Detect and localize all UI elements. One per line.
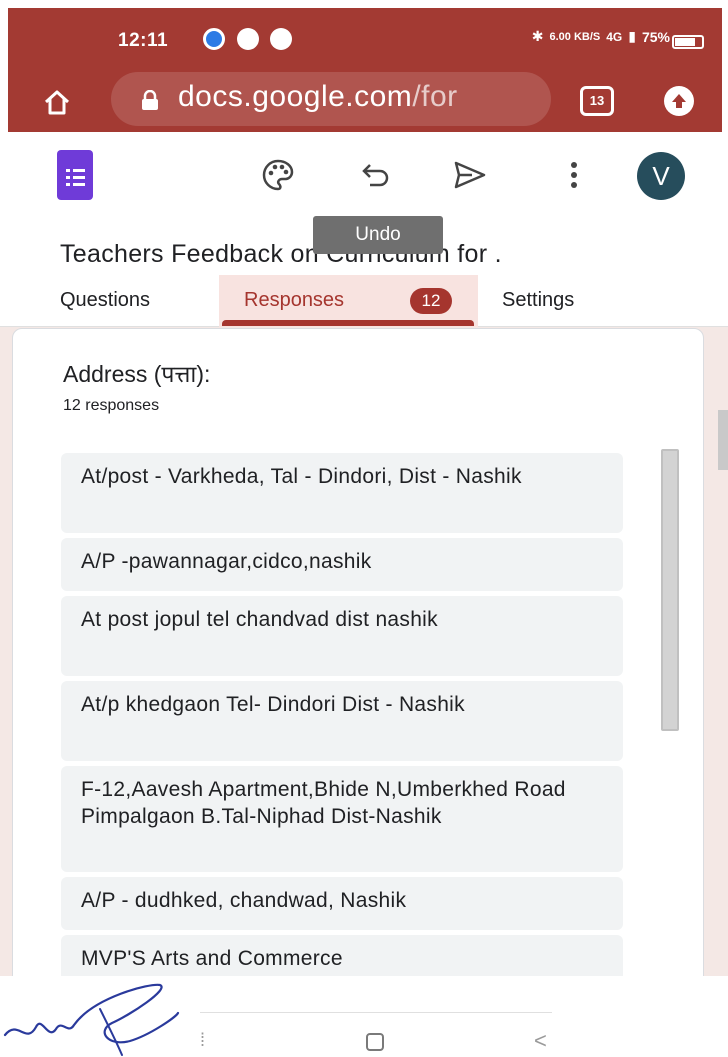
recents-icon[interactable]: ⁞ bbox=[200, 1030, 205, 1051]
tab-switcher-button[interactable]: 13 bbox=[580, 86, 614, 116]
chrome-icon bbox=[270, 28, 292, 50]
responses-count-badge: 12 bbox=[410, 288, 452, 314]
handwritten-signature bbox=[3, 983, 180, 1056]
home-icon[interactable] bbox=[43, 88, 71, 116]
response-item: At post jopul tel chandvad dist nashik bbox=[61, 596, 623, 676]
tab-responses[interactable]: Responses bbox=[244, 289, 344, 312]
question-summary-card: Address (पत्ता): 12 responses At/post - … bbox=[12, 328, 704, 988]
undo-tooltip: Undo bbox=[313, 216, 443, 254]
page-scrollbar[interactable] bbox=[718, 410, 728, 470]
response-item: F-12,Aavesh Apartment,Bhide N,Umberkhed … bbox=[61, 766, 623, 872]
lock-icon bbox=[142, 90, 158, 110]
signal-label: 4G bbox=[606, 29, 623, 44]
app-icon bbox=[237, 28, 259, 50]
response-item: At/post - Varkheda, Tal - Dindori, Dist … bbox=[61, 453, 623, 533]
response-item: A/P -pawannagar,cidco,nashik bbox=[61, 538, 623, 591]
response-count: 12 responses bbox=[63, 397, 160, 414]
palette-icon[interactable] bbox=[260, 157, 296, 193]
url-path: /for bbox=[412, 80, 458, 113]
home-nav-icon[interactable] bbox=[366, 1033, 384, 1051]
notification-icon bbox=[203, 28, 225, 50]
clock: 12:11 bbox=[118, 30, 169, 51]
nav-divider bbox=[200, 1012, 552, 1013]
more-options-icon[interactable] bbox=[556, 157, 592, 193]
net-speed: 6.00 KB/S bbox=[549, 30, 601, 43]
bluetooth-icon: ✱ bbox=[531, 28, 544, 44]
send-icon[interactable] bbox=[452, 157, 488, 193]
url-domain: docs.google.com bbox=[178, 80, 413, 113]
browser-chrome: 12:11 ✱ 6.00 KB/S 4G ▮ 75% docs.google.c… bbox=[8, 8, 722, 132]
signal-icon: ▮ bbox=[628, 28, 636, 44]
form-tabs: Questions Responses 12 Settings bbox=[0, 275, 728, 327]
status-indicators: ✱ 6.00 KB/S 4G ▮ 75% bbox=[532, 28, 670, 45]
account-avatar[interactable]: V bbox=[637, 152, 685, 200]
tab-questions[interactable]: Questions bbox=[60, 289, 150, 312]
screen: 12:11 ✱ 6.00 KB/S 4G ▮ 75% docs.google.c… bbox=[0, 0, 728, 1057]
url-row: docs.google.com/for 13 bbox=[8, 66, 722, 132]
upload-icon[interactable] bbox=[664, 86, 694, 116]
undo-icon[interactable] bbox=[358, 157, 394, 193]
forms-logo-icon[interactable] bbox=[57, 150, 93, 200]
url-text[interactable]: docs.google.com/for bbox=[178, 80, 458, 114]
responses-scrollbar[interactable] bbox=[661, 449, 679, 731]
question-title: Address (पत्ता): bbox=[63, 361, 211, 387]
back-icon[interactable]: < bbox=[534, 1028, 547, 1054]
response-item: A/P - dudhked, chandwad, Nashik bbox=[61, 877, 623, 930]
tab-settings[interactable]: Settings bbox=[502, 289, 574, 312]
tab-active-indicator bbox=[222, 320, 474, 326]
battery-percent: 75% bbox=[641, 28, 670, 45]
battery-icon bbox=[672, 35, 704, 49]
status-bar: 12:11 ✱ 6.00 KB/S 4G ▮ 75% bbox=[8, 8, 722, 64]
response-item: At/p khedgaon Tel- Dindori Dist - Nashik bbox=[61, 681, 623, 761]
